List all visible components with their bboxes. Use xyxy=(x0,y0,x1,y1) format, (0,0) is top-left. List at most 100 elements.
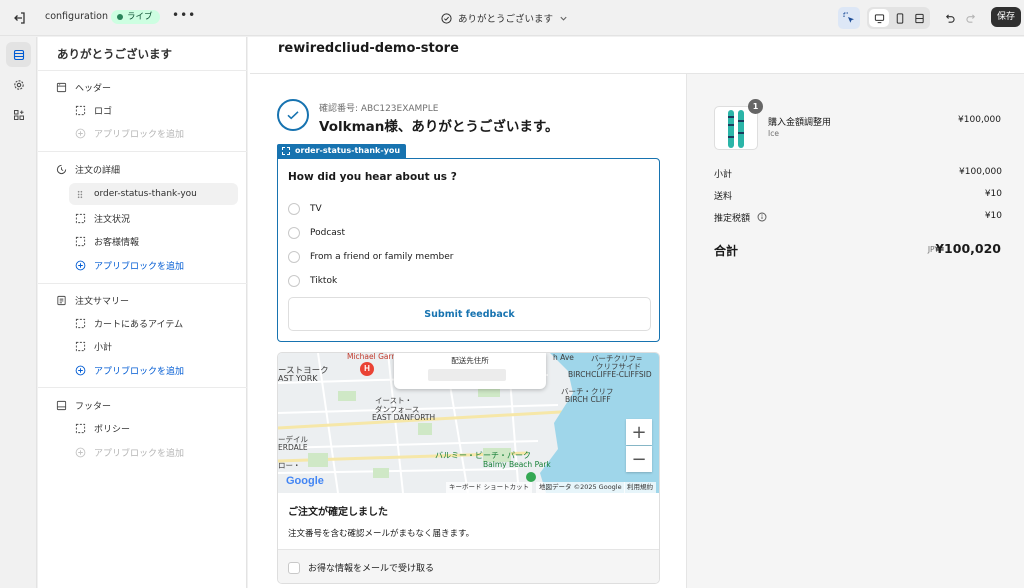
block-logo-label: ロゴ xyxy=(94,106,113,117)
plus-circle-icon xyxy=(74,259,86,271)
block-dashed-icon xyxy=(74,235,86,247)
icon-rail xyxy=(0,37,37,588)
shipping-label: 送料 xyxy=(714,192,733,202)
block-subtotal[interactable]: 小計 xyxy=(74,335,112,357)
block-dashed-icon xyxy=(74,422,86,434)
survey-option[interactable]: TV xyxy=(288,202,322,216)
live-status-badge: ライブ xyxy=(111,10,160,24)
survey-option-label: From a friend or family member xyxy=(310,252,454,262)
plus-circle-icon xyxy=(74,364,86,376)
survey-option[interactable]: From a friend or family member xyxy=(288,250,453,264)
undo-button[interactable] xyxy=(938,7,960,29)
sections-rail-button[interactable] xyxy=(6,42,31,67)
marketing-opt-in[interactable]: お得な情報をメールで受け取る xyxy=(278,549,659,583)
radio-button[interactable] xyxy=(288,203,300,215)
add-app-block-header[interactable]: アプリブロックを追加 xyxy=(74,122,184,144)
block-order-status-thank-you[interactable]: order-status-thank-you xyxy=(69,183,238,205)
preview-canvas: rewiredcliud-demo-store 確認番号: ABC123EXAM… xyxy=(248,37,1024,588)
subtotal-label: 小計 xyxy=(714,170,733,180)
section-order-details[interactable]: 注文の詳細 xyxy=(55,158,120,180)
more-actions-button[interactable]: ••• xyxy=(172,8,196,22)
block-dashed-icon xyxy=(74,340,86,352)
page-selector-label: ありがとうございます xyxy=(458,14,554,25)
undo-icon xyxy=(945,13,955,23)
subtotal-value: ¥100,000 xyxy=(959,167,1002,177)
inspector-toggle-button[interactable] xyxy=(838,7,860,29)
survey-option[interactable]: Tiktok xyxy=(288,274,337,288)
map[interactable]: Michael Garr ーストヨーク AST YORK イースト・ ダンフォー… xyxy=(278,353,659,493)
cursor-select-icon xyxy=(843,12,854,23)
map-data-attribution: 地図データ ©2025 Google xyxy=(536,482,625,493)
footer-layout-icon xyxy=(55,399,67,411)
radio-button[interactable] xyxy=(288,275,300,287)
info-icon[interactable] xyxy=(757,212,767,222)
map-label: BIRCH CLIFF xyxy=(565,395,611,404)
block-order-status-label: order-status-thank-you xyxy=(94,189,197,199)
product-price: ¥100,000 xyxy=(958,115,1001,125)
extension-tag[interactable]: order-status-thank-you xyxy=(277,144,407,158)
mobile-view-button[interactable] xyxy=(890,7,910,29)
page-selector[interactable]: ありがとうございます xyxy=(441,11,568,25)
total-value: ¥100,020 xyxy=(935,241,1001,256)
plus-circle-icon xyxy=(74,446,86,458)
confirmation-number: 確認番号: ABC123EXAMPLE xyxy=(319,104,439,114)
block-order-status[interactable]: 注文状況 xyxy=(74,207,130,229)
exit-icon[interactable] xyxy=(12,10,28,26)
divider xyxy=(38,70,247,71)
shipping-map-card: Michael Garr ーストヨーク AST YORK イースト・ ダンフォー… xyxy=(277,352,660,584)
add-app-block-footer[interactable]: アプリブロックを追加 xyxy=(74,441,184,463)
section-footer[interactable]: フッター xyxy=(55,394,111,416)
keyboard-shortcuts-link[interactable]: キーボード ショートカット xyxy=(446,482,533,493)
radio-button[interactable] xyxy=(288,251,300,263)
save-button[interactable]: 保存 xyxy=(991,7,1021,27)
shipping-address-popup: 配送先住所 xyxy=(394,353,546,389)
block-logo[interactable]: ロゴ xyxy=(74,99,112,121)
block-dashed-icon xyxy=(74,317,86,329)
map-label: EAST DANFORTH xyxy=(372,413,436,422)
submit-feedback-button[interactable]: Submit feedback xyxy=(288,297,651,331)
survey-question: How did you hear about us ? xyxy=(288,171,457,183)
header-layout-icon xyxy=(55,81,67,93)
apps-icon xyxy=(13,109,24,120)
drag-handle-icon[interactable] xyxy=(74,188,86,200)
top-bar: configuration ライブ ••• ありがとうございます 保存 xyxy=(0,0,1024,36)
map-terms-link[interactable]: 利用規約 xyxy=(624,482,656,493)
add-app-block-order-details[interactable]: アプリブロックを追加 xyxy=(74,254,184,276)
divider xyxy=(38,151,247,152)
shipping-value: ¥10 xyxy=(984,189,1002,199)
sections-icon xyxy=(13,49,24,60)
redo-button[interactable] xyxy=(960,7,982,29)
radio-button[interactable] xyxy=(288,227,300,239)
marketing-checkbox[interactable] xyxy=(288,562,300,574)
store-name[interactable]: rewiredcliud-demo-store xyxy=(278,41,459,56)
section-header[interactable]: ヘッダー xyxy=(55,76,111,98)
block-customer-info[interactable]: お客様情報 xyxy=(74,230,139,252)
zoom-out-button[interactable]: − xyxy=(626,446,652,472)
block-policy-label: ポリシー xyxy=(94,424,131,435)
survey-option-label: Tiktok xyxy=(310,276,338,286)
block-policy[interactable]: ポリシー xyxy=(74,417,130,439)
block-subtotal-label: 小計 xyxy=(94,342,113,353)
desktop-view-button[interactable] xyxy=(869,9,889,27)
order-confirmed-title: ご注文が確定しました xyxy=(288,507,388,518)
add-app-block-label: アプリブロックを追加 xyxy=(94,129,185,140)
add-app-block-order-summary[interactable]: アプリブロックを追加 xyxy=(74,359,184,381)
add-app-block-label: アプリブロックを追加 xyxy=(94,448,185,459)
apps-rail-button[interactable] xyxy=(6,102,31,127)
redo-icon xyxy=(965,13,975,23)
section-order-summary[interactable]: 注文サマリー xyxy=(55,289,129,311)
map-label: ERDALE xyxy=(278,443,308,452)
confirmation-check-icon xyxy=(277,99,309,131)
settings-rail-button[interactable] xyxy=(6,72,31,97)
block-cart-items[interactable]: カートにあるアイテム xyxy=(74,312,183,334)
add-app-block-label: アプリブロックを追加 xyxy=(94,366,185,377)
fullwidth-view-button[interactable] xyxy=(909,7,929,29)
zoom-in-button[interactable]: + xyxy=(626,419,652,445)
order-summary: 1 購入金額調整用 Ice ¥100,000 小計 ¥100,000 送料 ¥1… xyxy=(686,74,1024,588)
survey-extension[interactable]: How did you hear about us ? TV Podcast F… xyxy=(277,158,660,342)
map-label: Michael Garr xyxy=(347,353,395,361)
survey-option[interactable]: Podcast xyxy=(288,226,345,240)
quantity-badge: 1 xyxy=(748,99,763,114)
map-label: BIRCHCLIFFE-CLIFFSID xyxy=(568,370,652,379)
block-dashed-icon xyxy=(74,104,86,116)
